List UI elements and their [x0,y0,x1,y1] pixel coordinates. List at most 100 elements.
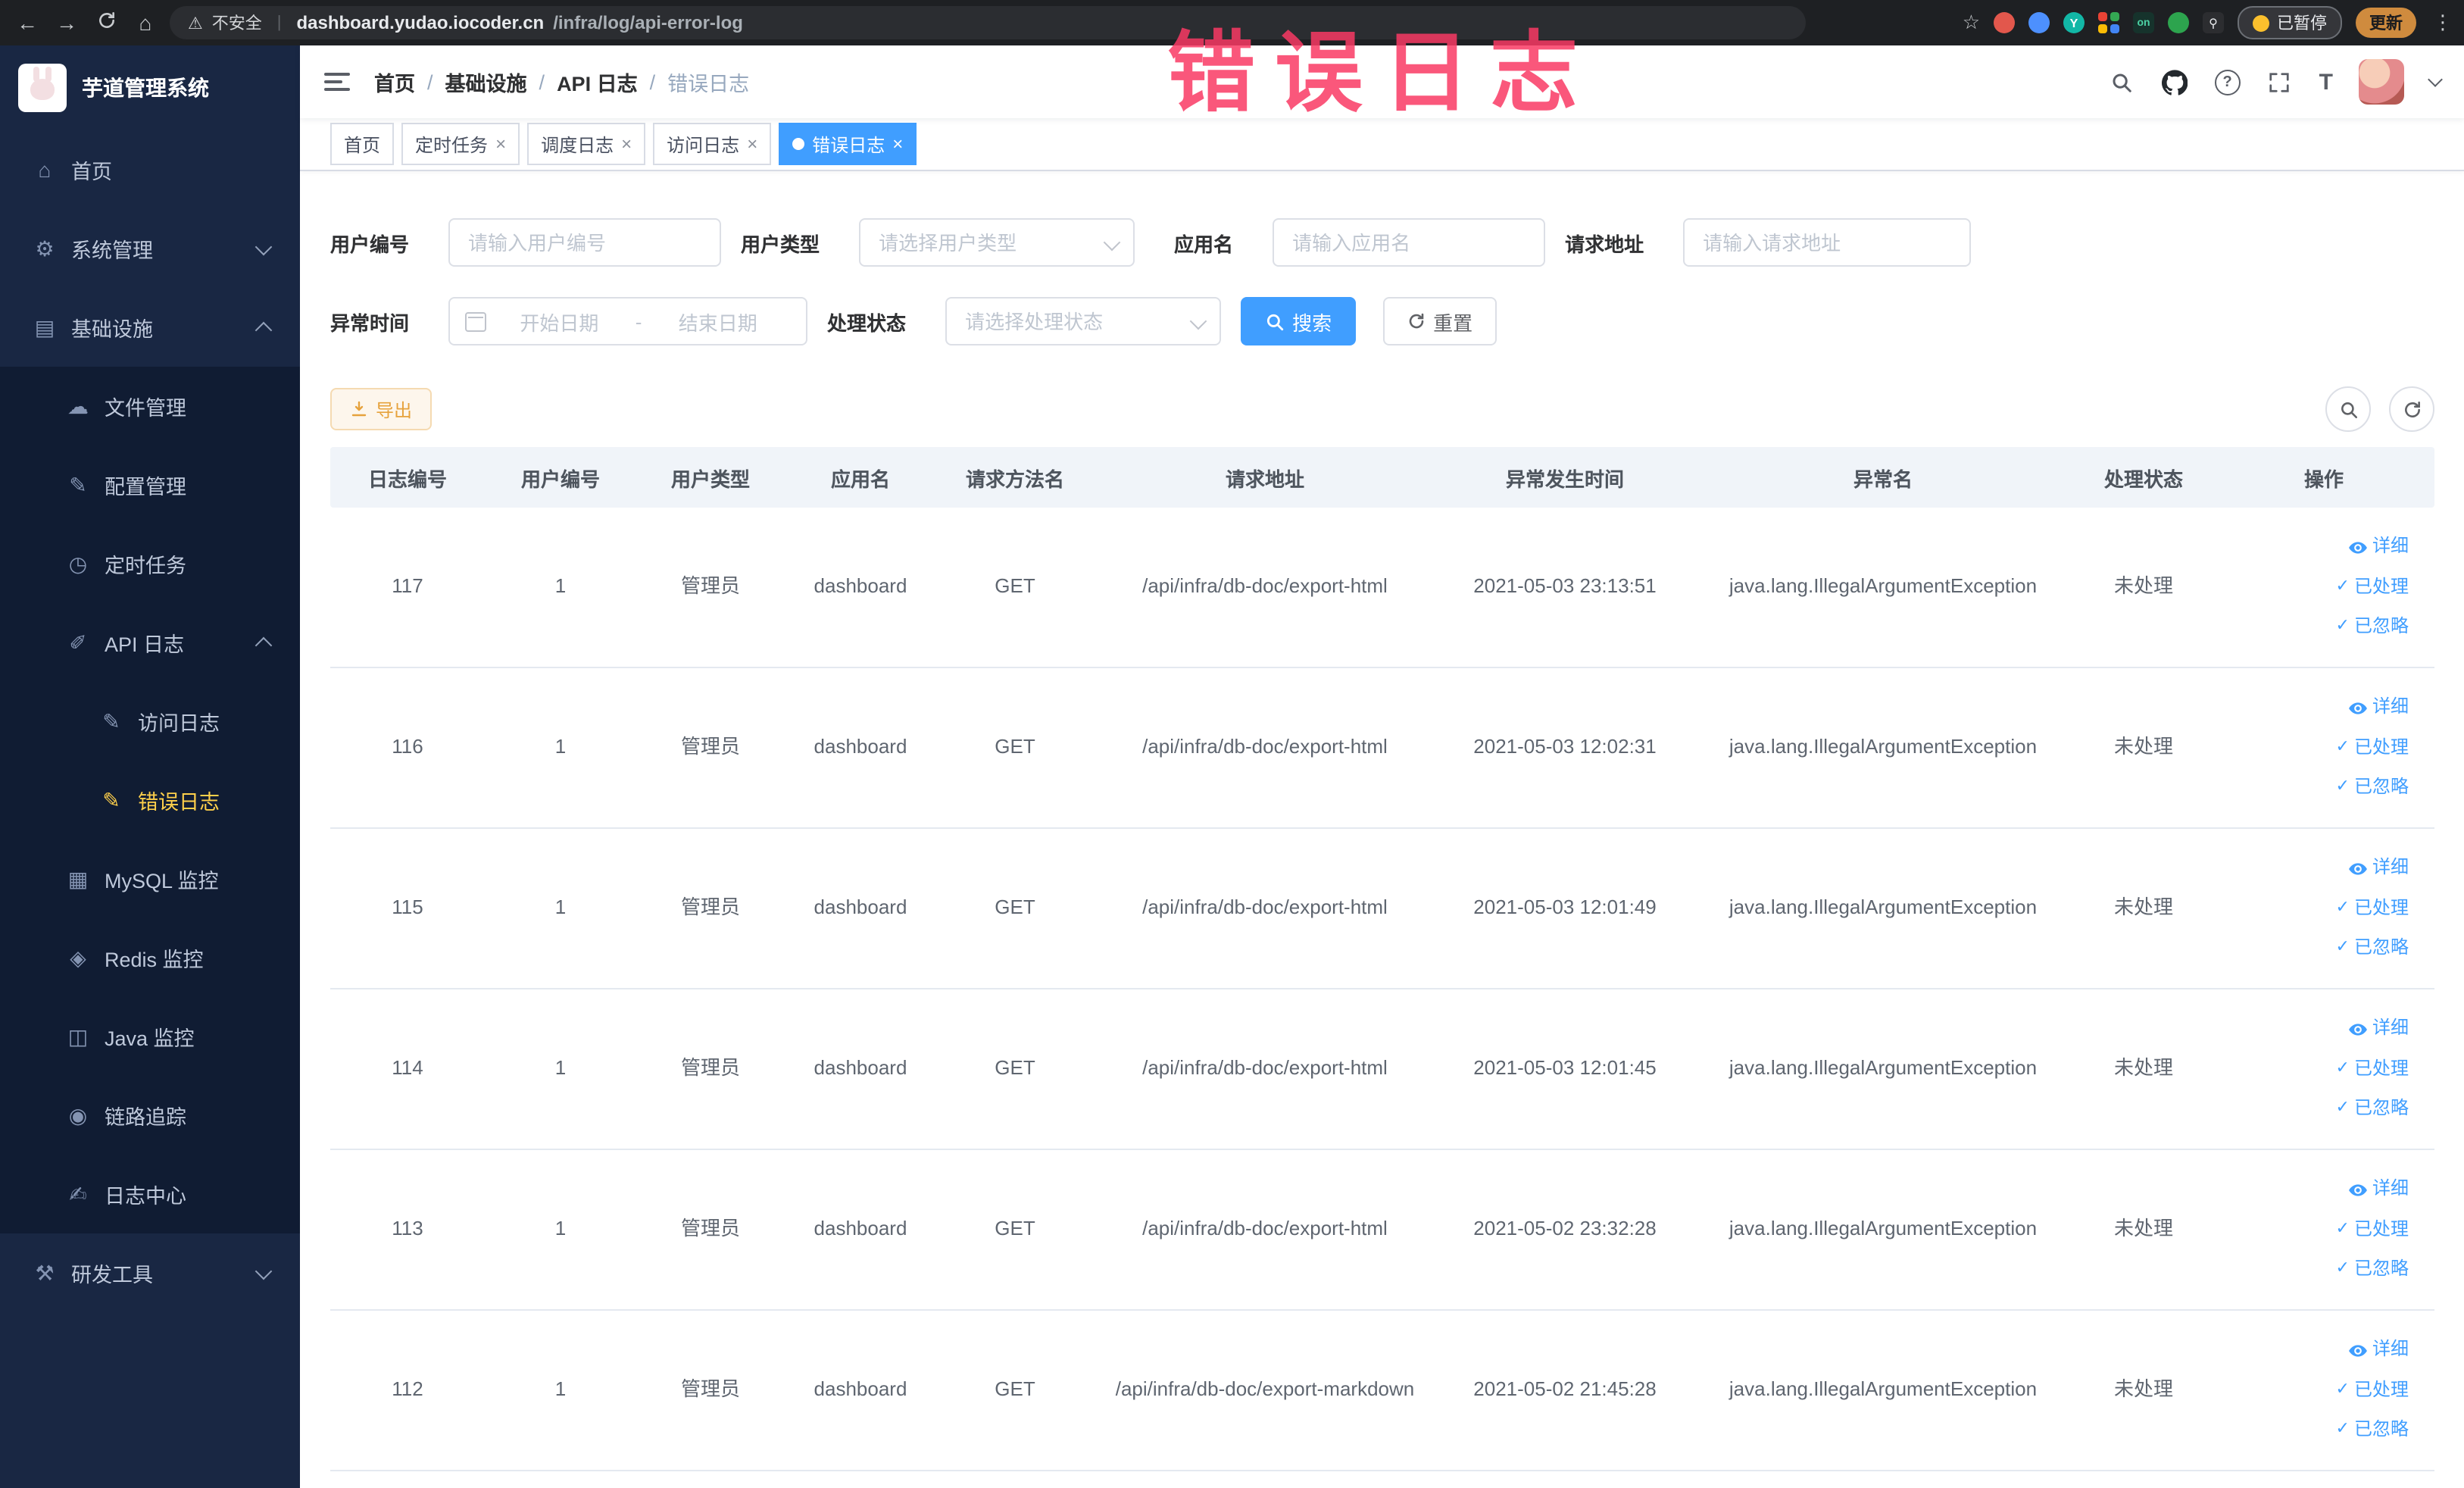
refresh-table-button[interactable] [2389,386,2434,432]
app-name-input[interactable] [1273,218,1546,267]
processed-link[interactable]: ✓ 已处理 [2336,735,2409,761]
table-icon: ▦ [67,866,89,890]
date-end-placeholder: 结束日期 [678,311,757,334]
ignored-link[interactable]: ✓ 已忽略 [2336,774,2409,801]
close-icon[interactable]: × [621,133,632,155]
avatar-caret-icon[interactable] [2428,71,2443,86]
table-row: 114 1 管理员 dashboard GET /api/infra/db-do… [330,989,2434,1150]
processed-link[interactable]: ✓ 已处理 [2336,1056,2409,1083]
home-icon: ⌂ [38,158,52,182]
extension-icon-4[interactable] [2168,12,2189,33]
processed-link[interactable]: ✓ 已处理 [2336,574,2409,601]
sidebar-item-mysql-monitor[interactable]: ▦ MySQL 监控 [0,839,300,918]
sidebar-collapse-icon[interactable] [324,68,350,95]
sidebar-item-redis-monitor[interactable]: ◈ Redis 监控 [0,918,300,997]
breadcrumb-current: 错误日志 [667,73,750,95]
user-id-input[interactable] [448,218,722,267]
cloud-icon: ☁ [67,393,89,417]
ignored-link[interactable]: ✓ 已忽略 [2336,935,2409,961]
browser-menu-icon[interactable]: ⋮ [2433,11,2453,35]
tab-schedule-log[interactable]: 调度日志 × [527,123,646,165]
search-icon[interactable] [2109,68,2136,95]
back-icon[interactable]: ← [12,0,42,45]
check-icon: ✓ [2335,1058,2350,1077]
sidebar-item-error-log[interactable]: ✎ 错误日志 [0,761,300,839]
table-row: 117 1 管理员 dashboard GET /api/infra/db-do… [330,508,2434,668]
sidebar-item-config-manage[interactable]: ✎ 配置管理 [0,445,300,524]
detail-link[interactable]: 详细 [2348,1016,2409,1043]
close-icon[interactable]: × [892,133,903,155]
extension-grid-icon[interactable] [2098,12,2119,33]
sidebar-item-file-manage[interactable]: ☁ 文件管理 [0,367,300,445]
user-type-select[interactable] [859,218,1135,267]
security-label: 不安全 [211,15,262,33]
avatar[interactable] [2359,59,2404,105]
ignored-link[interactable]: ✓ 已忽略 [2336,1256,2409,1283]
address-bar[interactable]: ⚠ 不安全 | dashboard.yudao.iocoder.cn/infra… [170,6,1806,39]
fullscreen-icon[interactable] [2266,68,2294,95]
app-logo[interactable]: 芋道管理系统 [0,45,300,130]
tab-scheduled-jobs[interactable]: 定时任务 × [401,123,520,165]
tab-error-log[interactable]: 错误日志 × [779,123,917,165]
ignored-link[interactable]: ✓ 已忽略 [2336,1096,2409,1122]
close-icon[interactable]: × [747,133,757,155]
sidebar-item-system[interactable]: ⚙ 系统管理 [0,209,300,288]
processed-link[interactable]: ✓ 已处理 [2336,1217,2409,1243]
sidebar-item-scheduled-jobs[interactable]: ◷ 定时任务 [0,524,300,603]
sidebar-item-access-log[interactable]: ✎ 访问日志 [0,682,300,761]
breadcrumb-api-log[interactable]: API 日志 [557,67,638,97]
monitor-icon: ◫ [67,1024,89,1048]
extension-on-badge[interactable]: on [2133,12,2154,33]
check-icon: ✓ [2335,616,2350,635]
chevron-down-icon [255,1262,273,1280]
breadcrumb-home[interactable]: 首页 [374,67,415,97]
check-icon: ✓ [2335,1219,2350,1238]
reload-icon[interactable] [91,0,121,45]
tab-access-log[interactable]: 访问日志 × [653,123,772,165]
log-icon: ✐ [69,630,87,654]
detail-link[interactable]: 详细 [2348,534,2409,561]
request-url-input[interactable] [1683,218,1972,267]
url-path: /infra/log/api-error-log [553,12,743,33]
sidebar-item-dev-tools[interactable]: ⚒ 研发工具 [0,1233,300,1312]
detail-link[interactable]: 详细 [2348,1177,2409,1203]
breadcrumb-infra[interactable]: 基础设施 [445,67,527,97]
sidebar-item-api-log[interactable]: ✐ API 日志 [0,603,300,682]
extension-icon-1[interactable] [1994,12,2015,33]
github-icon[interactable] [2162,68,2189,95]
processed-link[interactable]: ✓ 已处理 [2336,896,2409,922]
exception-time-range-picker[interactable]: 开始日期 - 结束日期 [448,297,808,345]
close-icon[interactable]: × [495,133,506,155]
extension-icon-3[interactable]: Y [2063,12,2085,33]
toggle-search-button[interactable] [2325,386,2371,432]
emoji-face-icon [2253,14,2269,31]
detail-link[interactable]: 详细 [2348,695,2409,721]
export-button[interactable]: 导出 [330,388,433,430]
sidebar-item-trace[interactable]: ◉ 链路追踪 [0,1076,300,1155]
search-button[interactable]: 搜索 [1241,297,1357,345]
browser-home-icon[interactable]: ⌂ [130,0,161,45]
detail-link[interactable]: 详细 [2348,855,2409,882]
sidebar-item-java-monitor[interactable]: ◫ Java 监控 [0,997,300,1076]
paused-pill[interactable]: 已暂停 [2238,6,2342,39]
detail-link[interactable]: 详细 [2348,1337,2409,1364]
extension-icon-2[interactable] [2028,12,2050,33]
ignored-link[interactable]: ✓ 已忽略 [2336,614,2409,640]
extension-pin-icon[interactable]: ⚲ [2203,12,2224,33]
help-icon[interactable]: ? [2214,69,2241,95]
calendar-icon [465,311,487,331]
tab-home[interactable]: 首页 [330,123,395,165]
sidebar-item-log-center[interactable]: ✍ 日志中心 [0,1155,300,1233]
update-button[interactable]: 更新 [2356,8,2416,38]
sidebar-item-home[interactable]: ⌂ 首页 [0,130,300,209]
sidebar-item-infra[interactable]: ▤ 基础设施 [0,288,300,367]
ignored-link[interactable]: ✓ 已忽略 [2336,1417,2409,1443]
forward-icon[interactable]: → [52,0,82,45]
bookmark-star-icon[interactable]: ☆ [1963,11,1980,35]
processed-link[interactable]: ✓ 已处理 [2336,1377,2409,1404]
font-size-icon[interactable]: T [2319,69,2333,95]
reset-button[interactable]: 重置 [1383,297,1497,345]
process-status-select[interactable] [945,297,1222,345]
sidebar: 芋道管理系统 ⌂ 首页 ⚙ 系统管理 ▤ 基础设施 ☁ 文件管理 ✎ 配置管理 … [0,45,300,1488]
chevron-down-icon [255,238,273,256]
